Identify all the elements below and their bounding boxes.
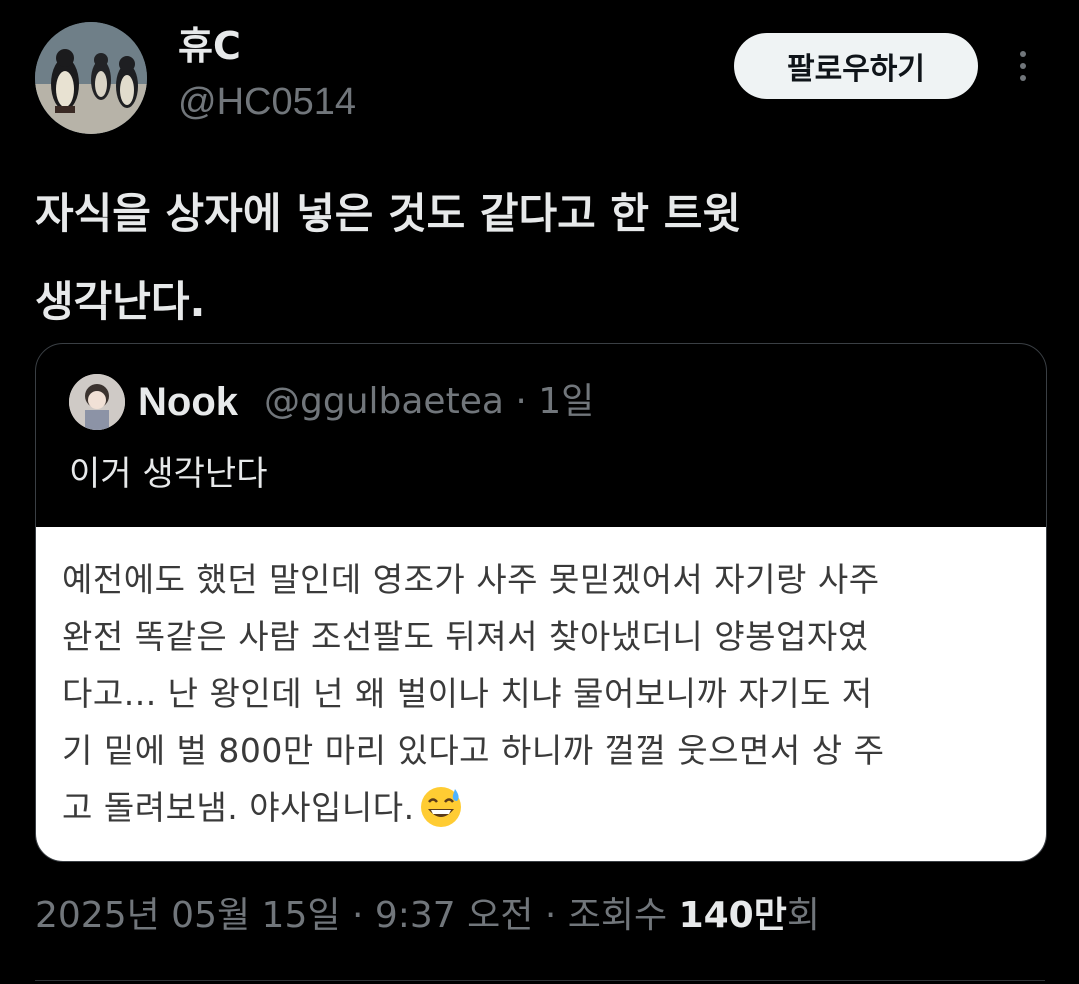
image-text-line: 기 밑에 벌 800만 마리 있다고 하니까 껄껄 웃으면서 상 주 bbox=[62, 731, 885, 770]
image-text-line: 완전 똑같은 사람 조선팔도 뒤져서 찾아냈더니 양봉업자였 bbox=[62, 617, 869, 656]
tweet-text-line: 생각난다. bbox=[35, 277, 206, 326]
tweet-time[interactable]: 9:37 오전 bbox=[375, 895, 534, 936]
image-text-line: 고 돌려보냄. 야사입니다. bbox=[62, 788, 415, 827]
quoted-time[interactable]: 1일 bbox=[538, 381, 594, 422]
tweet-text-line: 자식을 상자에 넣은 것도 같다고 한 트윗 bbox=[35, 189, 741, 238]
more-vertical-icon[interactable] bbox=[1005, 44, 1041, 88]
quoted-author-handle[interactable]: @ggulbaetea bbox=[264, 381, 504, 422]
tweet-meta: 2025년 05월 15일 · 9:37 오전 · 조회수 140만회 bbox=[35, 890, 820, 942]
tweet-text: 자식을 상자에 넣은 것도 같다고 한 트윗 생각난다. bbox=[35, 170, 1045, 346]
views-suffix: 회 bbox=[786, 895, 820, 936]
views-label: 조회수 bbox=[567, 895, 668, 936]
follow-button[interactable]: 팔로우하기 bbox=[734, 33, 978, 99]
more-dot bbox=[1020, 75, 1026, 81]
more-dot bbox=[1020, 51, 1026, 57]
grinning-face-with-sweat-icon bbox=[420, 787, 461, 827]
image-text-line: 예전에도 했던 말인데 영조가 사주 못믿겠어서 자기랑 사주 bbox=[62, 560, 880, 599]
quoted-author-name[interactable]: Nook bbox=[138, 375, 238, 429]
divider bbox=[35, 980, 1045, 981]
separator-dot: · bbox=[544, 895, 557, 936]
quoted-avatar-image bbox=[69, 374, 125, 430]
separator-dot: · bbox=[351, 895, 364, 936]
quoted-author-avatar[interactable] bbox=[69, 374, 125, 430]
quoted-tweet-card[interactable]: Nook @ggulbaetea · 1일 이거 생각난다 예전에도 했던 말인… bbox=[35, 343, 1047, 862]
quoted-author-meta: @ggulbaetea · 1일 bbox=[264, 375, 594, 429]
separator-dot: · bbox=[515, 381, 527, 422]
more-dot bbox=[1020, 63, 1026, 69]
tweet-date[interactable]: 2025년 05월 15일 bbox=[35, 895, 340, 936]
tweet: 휴C @HC0514 팔로우하기 자식을 상자에 넣은 것도 같다고 한 트윗 … bbox=[0, 0, 1079, 984]
author-name[interactable]: 휴C bbox=[178, 22, 241, 70]
views-count: 140만 bbox=[679, 895, 787, 936]
views-count-value: 140만 bbox=[678, 895, 787, 936]
quoted-tweet-text: 이거 생각난다 bbox=[69, 454, 268, 494]
image-text-line: 다고... 난 왕인데 넌 왜 벌이나 치냐 물어보니까 자기도 저 bbox=[62, 674, 873, 713]
quoted-image[interactable]: 예전에도 했던 말인데 영조가 사주 못믿겠어서 자기랑 사주 완전 똑같은 사… bbox=[36, 527, 1046, 861]
image-text: 예전에도 했던 말인데 영조가 사주 못믿겠어서 자기랑 사주 완전 똑같은 사… bbox=[62, 551, 1032, 836]
image-text-line-last: 고 돌려보냄. 야사입니다. bbox=[62, 779, 1032, 836]
author-avatar[interactable] bbox=[35, 22, 147, 134]
penguin-avatar-image bbox=[35, 22, 147, 134]
author-handle[interactable]: @HC0514 bbox=[178, 78, 356, 126]
